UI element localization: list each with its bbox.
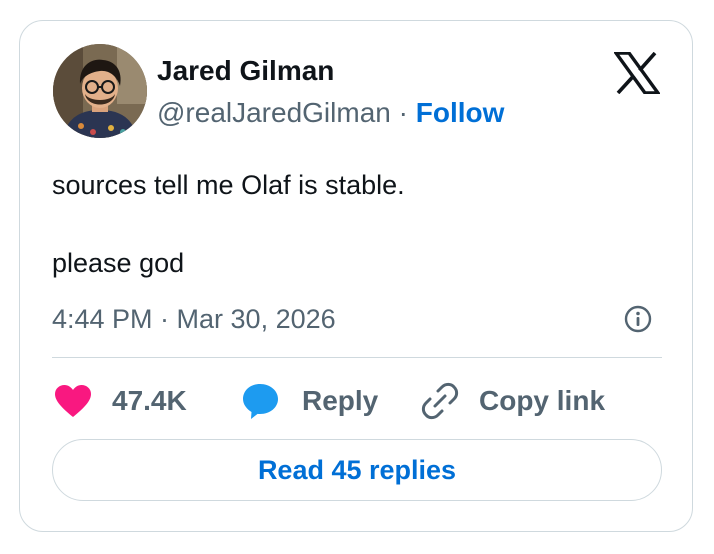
like-count: 47.4K [112, 385, 187, 416]
reply-label: Reply [302, 385, 379, 416]
handle-row: @realJaredGilman · Follow [157, 94, 504, 132]
author-name[interactable]: Jared Gilman [157, 52, 334, 90]
author-handle[interactable]: @realJaredGilman [157, 97, 391, 128]
heart-icon [55, 385, 91, 417]
x-logo-icon[interactable] [612, 51, 662, 95]
tweet-line-1: sources tell me Olaf is stable. [52, 170, 405, 200]
like-button[interactable]: 47.4K [54, 379, 187, 423]
speech-bubble-icon [243, 384, 278, 419]
copy-link-button[interactable]: Copy link [421, 379, 605, 423]
tweet-line-2: please god [52, 248, 185, 278]
copy-link-label: Copy link [479, 385, 606, 416]
tweet-card: Jared Gilman @realJaredGilman · Follow s… [19, 20, 693, 532]
divider [52, 357, 662, 358]
link-icon [421, 382, 459, 420]
read-replies-button[interactable]: Read 45 replies [52, 439, 662, 501]
tweet-text: sources tell me Olaf is stable. please g… [52, 166, 662, 282]
info-icon[interactable] [624, 305, 652, 333]
avatar[interactable] [53, 44, 147, 138]
tweet-timestamp[interactable]: 4:44 PM · Mar 30, 2026 [52, 300, 336, 338]
reply-button[interactable]: Reply [242, 379, 378, 423]
handle-separator: · [390, 97, 416, 128]
follow-link[interactable]: Follow [416, 97, 505, 128]
